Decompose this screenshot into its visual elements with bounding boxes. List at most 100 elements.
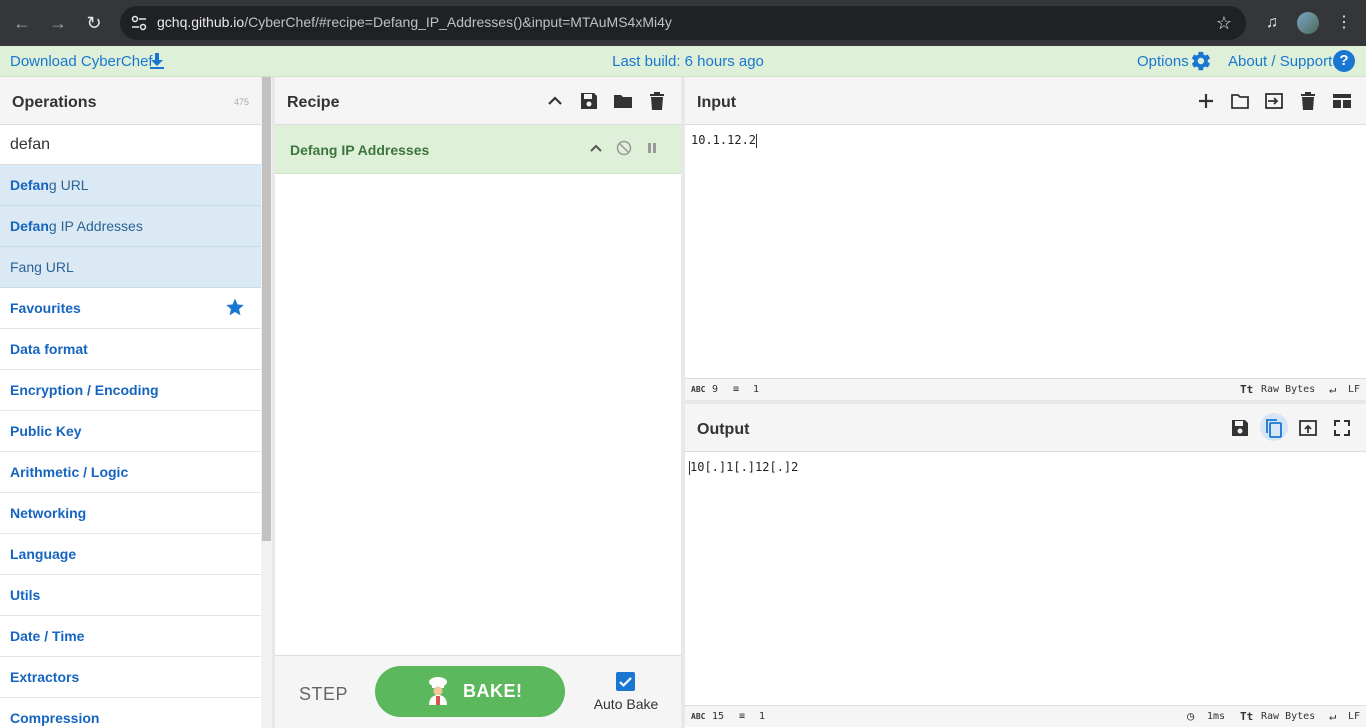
category-favourites[interactable]: Favourites xyxy=(0,288,261,329)
text-encoding-icon[interactable]: Tt xyxy=(1240,383,1253,396)
input-line-count: 1 xyxy=(753,384,760,395)
eol-icon[interactable]: ↵ xyxy=(1329,709,1336,723)
media-control-icon[interactable]: ♫ xyxy=(1260,11,1284,35)
recipe-title: Recipe xyxy=(287,94,340,111)
input-title: Input xyxy=(697,94,737,111)
step-button[interactable]: STEP xyxy=(299,684,348,705)
op-result-defang-url[interactable]: Defang URL xyxy=(0,165,261,206)
save-recipe-icon[interactable] xyxy=(579,91,599,111)
replace-input-with-output-icon[interactable] xyxy=(1298,418,1318,438)
char-count-icon: ABC xyxy=(691,712,706,721)
output-text[interactable]: 10[.]1[.]12[.]2 xyxy=(689,460,798,475)
input-header: Input xyxy=(685,77,1366,125)
category-public-key[interactable]: Public Key xyxy=(0,411,261,452)
auto-bake-label: Auto Bake xyxy=(593,696,659,712)
output-status-bar: ABC 15 ≡ 1 ◷ 1ms Tt Raw Bytes ↵ LF xyxy=(685,705,1366,727)
load-recipe-folder-icon[interactable] xyxy=(613,91,633,111)
category-extractors[interactable]: Extractors xyxy=(0,657,261,698)
op-label: Fang URL xyxy=(10,259,74,275)
site-settings-icon[interactable] xyxy=(130,14,148,32)
address-bar[interactable]: gchq.github.io/CyberChef/#recipe=Defang_… xyxy=(120,6,1246,40)
open-file-input-icon[interactable] xyxy=(1264,91,1284,111)
pause-breakpoint-icon[interactable] xyxy=(644,140,660,156)
collapse-operation-icon[interactable] xyxy=(588,140,604,156)
clear-recipe-trash-icon[interactable] xyxy=(647,91,667,111)
recipe-controls: STEP BAKE! Auto Bake xyxy=(275,655,681,728)
line-count-icon: ≡ xyxy=(739,711,746,722)
output-char-count: 15 xyxy=(712,711,725,722)
recipe-operation-title: Defang IP Addresses xyxy=(290,142,430,158)
auto-bake-toggle[interactable]: Auto Bake xyxy=(588,670,664,720)
char-count-icon: ABC xyxy=(691,385,706,394)
input-eol[interactable]: LF xyxy=(1348,384,1360,395)
about-support-link[interactable]: About / Support xyxy=(1228,53,1332,70)
output-line-count: 1 xyxy=(759,711,766,722)
copy-output-icon[interactable] xyxy=(1264,418,1284,438)
clear-input-trash-icon[interactable] xyxy=(1298,91,1318,111)
input-char-count: 9 xyxy=(712,384,719,395)
search-input[interactable] xyxy=(0,125,261,164)
back-arrow-icon[interactable]: ← xyxy=(10,11,34,35)
checkbox-checked-icon[interactable] xyxy=(616,672,635,691)
op-result-fang-url[interactable]: Fang URL xyxy=(0,247,261,288)
category-networking[interactable]: Networking xyxy=(0,493,261,534)
output-title: Output xyxy=(697,421,750,438)
operations-count: 475 xyxy=(233,97,249,107)
output-encoding[interactable]: Raw Bytes xyxy=(1261,711,1315,722)
search-highlight: Defan xyxy=(10,218,49,234)
output-eol[interactable]: LF xyxy=(1348,711,1360,722)
operations-search[interactable] xyxy=(0,125,261,165)
output-value: 10[.]1[.]12[.]2 xyxy=(690,460,799,474)
category-compression[interactable]: Compression xyxy=(0,698,261,728)
category-utils[interactable]: Utils xyxy=(0,575,261,616)
cyberchef-banner: Download CyberChef Last build: 6 hours a… xyxy=(0,46,1366,77)
gear-icon[interactable] xyxy=(1190,50,1212,72)
eol-icon[interactable]: ↵ xyxy=(1329,382,1336,396)
bookmark-star-icon[interactable]: ☆ xyxy=(1216,13,1232,34)
input-encoding[interactable]: Raw Bytes xyxy=(1261,384,1315,395)
category-date-time[interactable]: Date / Time xyxy=(0,616,261,657)
bake-button[interactable]: BAKE! xyxy=(375,666,565,717)
help-icon[interactable]: ? xyxy=(1333,50,1355,72)
category-encryption-encoding[interactable]: Encryption / Encoding xyxy=(0,370,261,411)
favourite-star-icon[interactable] xyxy=(225,297,245,317)
recipe-operation-defang-ip-addresses[interactable]: Defang IP Addresses xyxy=(275,125,681,174)
recipe-panel: Recipe Defang IP Addresses STEP BAKE! Au… xyxy=(275,77,681,728)
text-caret xyxy=(756,133,758,148)
browser-toolbar: ← → ↻ gchq.github.io/CyberChef/#recipe=D… xyxy=(0,0,1366,46)
add-tab-plus-icon[interactable] xyxy=(1196,91,1216,111)
open-folder-icon[interactable] xyxy=(1230,91,1250,111)
input-panel: Input 10.1.12.2 ABC 9 ≡ 1 Tt Raw Bytes ↵… xyxy=(685,77,1366,400)
url-text[interactable]: gchq.github.io/CyberChef/#recipe=Defang_… xyxy=(157,14,672,30)
recipe-header: Recipe xyxy=(275,77,681,125)
save-output-icon[interactable] xyxy=(1230,418,1250,438)
operations-scrollbar[interactable] xyxy=(261,77,272,728)
scrollbar-thumb[interactable] xyxy=(262,77,271,541)
options-link[interactable]: Options xyxy=(1137,53,1189,70)
line-count-icon: ≡ xyxy=(733,384,740,395)
operations-title: Operations xyxy=(12,94,97,111)
browser-menu-icon[interactable]: ⋮ xyxy=(1332,11,1356,35)
op-label: g IP Addresses xyxy=(48,218,143,234)
category-language[interactable]: Language xyxy=(0,534,261,575)
output-header: Output xyxy=(685,404,1366,452)
reload-icon[interactable]: ↻ xyxy=(82,11,106,35)
bake-label: BAKE! xyxy=(463,681,523,701)
disable-operation-icon[interactable] xyxy=(616,140,632,156)
input-text[interactable]: 10.1.12.2 xyxy=(691,133,758,148)
forward-arrow-icon[interactable]: → xyxy=(46,11,70,35)
search-highlight: Defan xyxy=(10,177,49,193)
collapse-all-icon[interactable] xyxy=(545,91,565,111)
category-data-format[interactable]: Data format xyxy=(0,329,261,370)
op-result-defang-ip-addresses[interactable]: Defang IP Addresses xyxy=(0,206,261,247)
profile-avatar[interactable] xyxy=(1297,12,1319,34)
category-arithmetic-logic[interactable]: Arithmetic / Logic xyxy=(0,452,261,493)
maximise-output-icon[interactable] xyxy=(1332,418,1352,438)
output-panel: Output 10[.]1[.]12[.]2 ABC 15 ≡ 1 ◷ 1ms … xyxy=(685,404,1366,728)
clock-icon: ◷ xyxy=(1187,709,1195,723)
chef-icon xyxy=(429,677,447,705)
text-encoding-icon[interactable]: Tt xyxy=(1240,710,1253,723)
input-status-bar: ABC 9 ≡ 1 Tt Raw Bytes ↵ LF xyxy=(685,378,1366,400)
reset-layout-icon[interactable] xyxy=(1332,91,1352,111)
op-label: g URL xyxy=(48,177,89,193)
